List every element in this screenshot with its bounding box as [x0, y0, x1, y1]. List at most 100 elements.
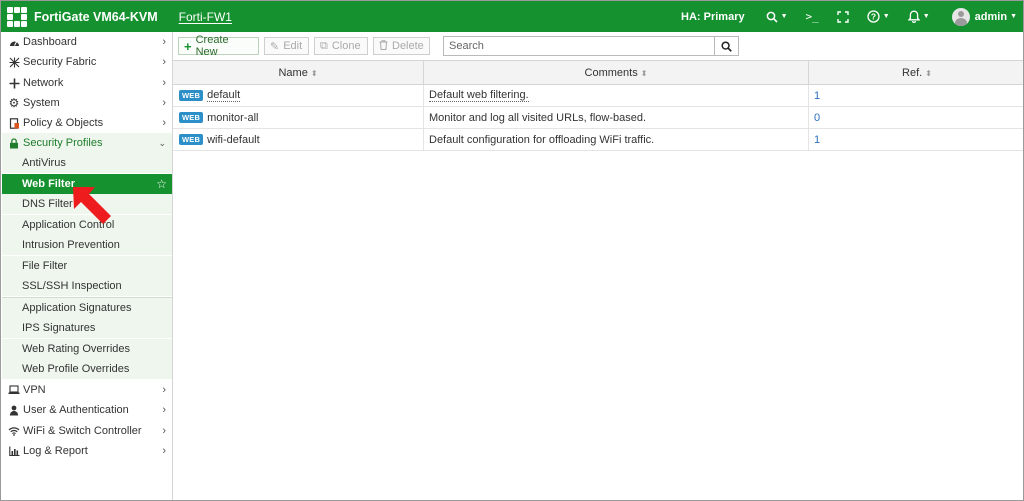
pencil-icon: ✎ [270, 40, 280, 53]
clone-button[interactable]: ⧉ Clone [314, 37, 368, 55]
user-menu-button[interactable]: admin ▼ [948, 7, 1017, 26]
table-row[interactable]: WEB default Default web filtering. 1 [173, 85, 1023, 107]
ref-count-link[interactable]: 1 [809, 129, 1023, 150]
column-header-label: Comments [584, 67, 638, 79]
sidebar-item-dashboard[interactable]: Dashboard › [2, 32, 172, 52]
username: admin [974, 10, 1008, 23]
gear-icon: ⚙ [8, 96, 20, 110]
sidebar-subitem-label: Web Rating Overrides [22, 343, 131, 355]
table-row[interactable]: WEB monitor-all Monitor and log all visi… [173, 107, 1023, 129]
sort-icon: ⬍ [310, 68, 318, 78]
name-cell: WEB default [173, 85, 424, 106]
sidebar-item-label: Policy & Objects [23, 117, 104, 129]
sidebar-item-wifi-switch[interactable]: WiFi & Switch Controller › [2, 421, 172, 441]
sidebar-item-label: Network [23, 77, 64, 89]
comment-cell: Monitor and log all visited URLs, flow-b… [424, 107, 809, 128]
sidebar-subitem-antivirus[interactable]: AntiVirus [2, 153, 172, 173]
create-new-button[interactable]: + Create New [178, 34, 259, 58]
comment-cell: Default configuration for offloading WiF… [424, 129, 809, 150]
sidebar-item-log-report[interactable]: Log & Report › [2, 441, 172, 461]
sidebar-item-label: WiFi & Switch Controller [23, 425, 142, 437]
sidebar-subitem-web-rating-overrides[interactable]: Web Rating Overrides [2, 339, 172, 359]
search-input[interactable] [444, 37, 714, 55]
sidebar-item-label: Log & Report [23, 445, 88, 457]
ha-status[interactable]: HA: Primary [681, 11, 745, 23]
sidebar-item-label: System [23, 97, 60, 109]
sidebar-subitem-ips-signatures[interactable]: IPS Signatures [2, 318, 172, 338]
edit-label: Edit [283, 40, 303, 52]
profile-comment: Monitor and log all visited URLs, flow-b… [429, 111, 647, 124]
sidebar-subitem-file-filter[interactable]: File Filter [2, 256, 172, 276]
policy-icon [8, 117, 20, 129]
laptop-icon [8, 385, 20, 395]
column-header-comments[interactable]: Comments ⬍ [424, 61, 809, 85]
column-header-name[interactable]: Name ⬍ [173, 61, 424, 85]
chevron-down-icon: ▼ [882, 13, 890, 20]
web-badge: WEB [179, 112, 204, 123]
chevron-right-icon: › [162, 404, 166, 416]
search-menu-button[interactable]: ▼ [766, 11, 788, 23]
sidebar-subitem-label: File Filter [22, 260, 68, 272]
chevron-right-icon: › [162, 36, 166, 48]
user-icon [8, 405, 20, 416]
comment-cell: Default web filtering. [424, 85, 809, 106]
fullscreen-button[interactable] [837, 10, 849, 23]
sidebar-item-policy-objects[interactable]: Policy & Objects › [2, 113, 172, 133]
sidebar-item-vpn[interactable]: VPN › [2, 380, 172, 400]
ref-count-link[interactable]: 1 [809, 85, 1023, 106]
network-icon [8, 78, 20, 89]
sidebar-item-system[interactable]: ⚙ System › [2, 93, 172, 113]
search-button[interactable] [714, 37, 738, 55]
avatar [951, 7, 970, 26]
sidebar: Dashboard › Security Fabric › Network › … [2, 32, 173, 500]
sidebar-subitem-web-profile-overrides[interactable]: Web Profile Overrides [2, 359, 172, 379]
chevron-down-icon: ⌄ [158, 137, 166, 148]
sidebar-subitem-ssl-ssh-inspection[interactable]: SSL/SSH Inspection [2, 276, 172, 296]
fortinet-logo-icon [7, 6, 27, 27]
profile-comment: Default web filtering. [429, 89, 529, 102]
sidebar-item-user-authentication[interactable]: User & Authentication › [2, 400, 172, 420]
cli-console-button[interactable]: >_ [806, 10, 819, 23]
chevron-right-icon: › [162, 445, 166, 457]
search-icon [766, 11, 778, 23]
sidebar-item-label: Dashboard [23, 36, 77, 48]
sidebar-item-label: User & Authentication [23, 404, 129, 416]
name-cell: WEB monitor-all [173, 107, 424, 128]
delete-label: Delete [392, 40, 424, 52]
chevron-down-icon: ▼ [1010, 13, 1017, 20]
help-icon: ? [867, 10, 880, 23]
chevron-right-icon: › [162, 97, 166, 109]
edit-button[interactable]: ✎ Edit [264, 37, 309, 55]
sidebar-subitem-application-signatures[interactable]: Application Signatures [2, 298, 172, 318]
clone-icon: ⧉ [320, 39, 328, 52]
sidebar-subitem-intrusion-prevention[interactable]: Intrusion Prevention [2, 235, 172, 255]
sidebar-item-security-fabric[interactable]: Security Fabric › [2, 52, 172, 72]
name-cell: WEB wifi-default [173, 129, 424, 150]
sidebar-item-security-profiles[interactable]: Security Profiles ⌄ [2, 133, 172, 153]
web-badge: WEB [179, 134, 204, 145]
column-header-label: Ref. [902, 67, 923, 79]
chevron-down-icon: ▼ [922, 13, 930, 20]
column-header-label: Name [278, 67, 308, 79]
table-row[interactable]: WEB wifi-default Default configuration f… [173, 129, 1023, 151]
toolbar: + Create New ✎ Edit ⧉ Clone Delete [173, 32, 1023, 59]
sidebar-item-network[interactable]: Network › [2, 73, 172, 93]
terminal-icon: >_ [805, 10, 819, 23]
column-header-ref[interactable]: Ref. ⬍ [809, 61, 1023, 85]
red-arrow-annotation [73, 187, 111, 224]
chevron-right-icon: › [162, 77, 166, 89]
search-icon [721, 40, 732, 52]
star-icon[interactable]: ☆ [156, 177, 167, 191]
sidebar-subitem-label: Intrusion Prevention [22, 239, 120, 251]
ref-count-link[interactable]: 0 [809, 107, 1023, 128]
sidebar-subitem-label: AntiVirus [22, 157, 66, 169]
notifications-button[interactable]: ▼ [907, 10, 930, 23]
sidebar-subitem-label: SSL/SSH Inspection [22, 280, 122, 292]
profile-comment: Default configuration for offloading WiF… [429, 133, 655, 146]
help-menu-button[interactable]: ? ▼ [867, 10, 890, 23]
sidebar-subitem-label: DNS Filter [22, 198, 73, 210]
delete-button[interactable]: Delete [373, 37, 430, 55]
chevron-right-icon: › [162, 117, 166, 129]
hostname-link[interactable]: Forti-FW1 [179, 10, 232, 24]
chevron-right-icon: › [162, 384, 166, 396]
